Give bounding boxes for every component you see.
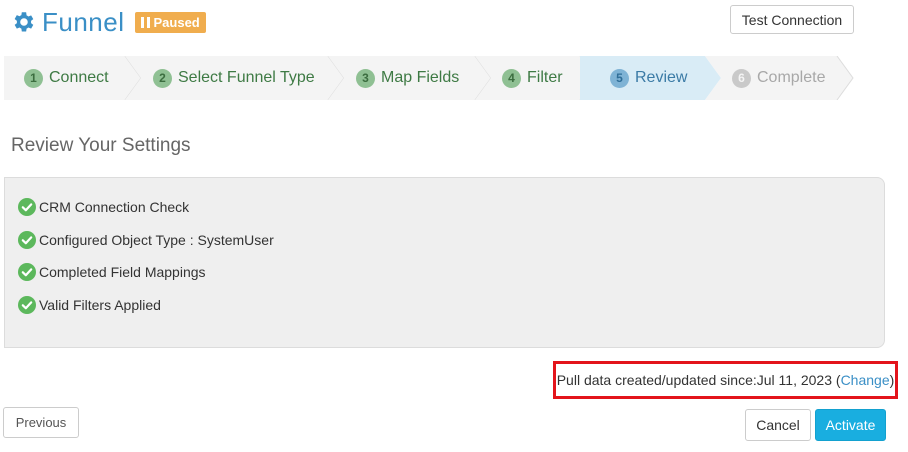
- step-label: Filter: [527, 69, 563, 86]
- step-number: 5: [610, 68, 629, 88]
- check-circle-icon: [18, 296, 36, 314]
- check-circle-icon: [18, 198, 36, 216]
- check-label: CRM Connection Check: [39, 199, 190, 215]
- pull-data-date: Jul 11, 2023: [756, 372, 832, 388]
- cancel-button[interactable]: Cancel: [745, 409, 811, 441]
- step-number: 6: [732, 68, 751, 88]
- step-select-funnel-type[interactable]: 2 Select Funnel Type: [125, 56, 347, 100]
- step-number: 4: [502, 68, 521, 88]
- step-number: 2: [153, 68, 172, 88]
- page-title: Funnel: [42, 6, 125, 37]
- test-connection-button[interactable]: Test Connection: [730, 5, 854, 34]
- step-label: Select Funnel Type: [178, 69, 315, 86]
- pause-icon: [140, 16, 150, 28]
- page-header: Funnel Paused: [10, 4, 206, 40]
- status-badge: Paused: [134, 11, 206, 33]
- check-item-crm-connection: CRM Connection Check: [18, 198, 189, 216]
- check-label: Valid Filters Applied: [39, 297, 161, 313]
- previous-button[interactable]: Previous: [3, 407, 79, 438]
- step-connect[interactable]: 1 Connect: [4, 56, 144, 100]
- check-circle-icon: [18, 231, 36, 249]
- check-label: Completed Field Mappings: [39, 264, 206, 280]
- step-review[interactable]: 5 Review: [580, 56, 724, 100]
- pull-data-prefix: Pull data created/updated since:: [556, 372, 757, 388]
- activate-button[interactable]: Activate: [815, 409, 886, 441]
- check-label: Configured Object Type : SystemUser: [39, 232, 274, 248]
- check-circle-icon: [18, 263, 36, 281]
- close-paren: ): [889, 372, 895, 388]
- step-label: Review: [635, 69, 688, 86]
- check-item-object-type: Configured Object Type : SystemUser: [18, 231, 274, 249]
- change-date-link[interactable]: Change: [841, 372, 890, 388]
- status-badge-label: Paused: [153, 14, 200, 30]
- step-label: Complete: [757, 69, 826, 86]
- step-map-fields[interactable]: 3 Map Fields: [328, 56, 494, 100]
- step-number: 3: [356, 68, 375, 88]
- step-label: Map Fields: [381, 69, 460, 86]
- section-title: Review Your Settings: [11, 135, 191, 156]
- check-item-field-mappings: Completed Field Mappings: [18, 263, 206, 281]
- check-item-valid-filters: Valid Filters Applied: [18, 296, 161, 314]
- pull-data-since: Pull data created/updated since: Jul 11, …: [553, 361, 898, 399]
- step-number: 1: [24, 68, 43, 88]
- gear-icon: [14, 12, 34, 32]
- review-panel: CRM Connection Check Configured Object T…: [4, 177, 885, 348]
- wizard-steps: 1 Connect 2 Select Funnel Type 3 Map Fie…: [4, 56, 856, 100]
- open-paren: (: [832, 372, 841, 388]
- step-label: Connect: [49, 69, 109, 86]
- step-complete[interactable]: 6 Complete: [705, 56, 856, 100]
